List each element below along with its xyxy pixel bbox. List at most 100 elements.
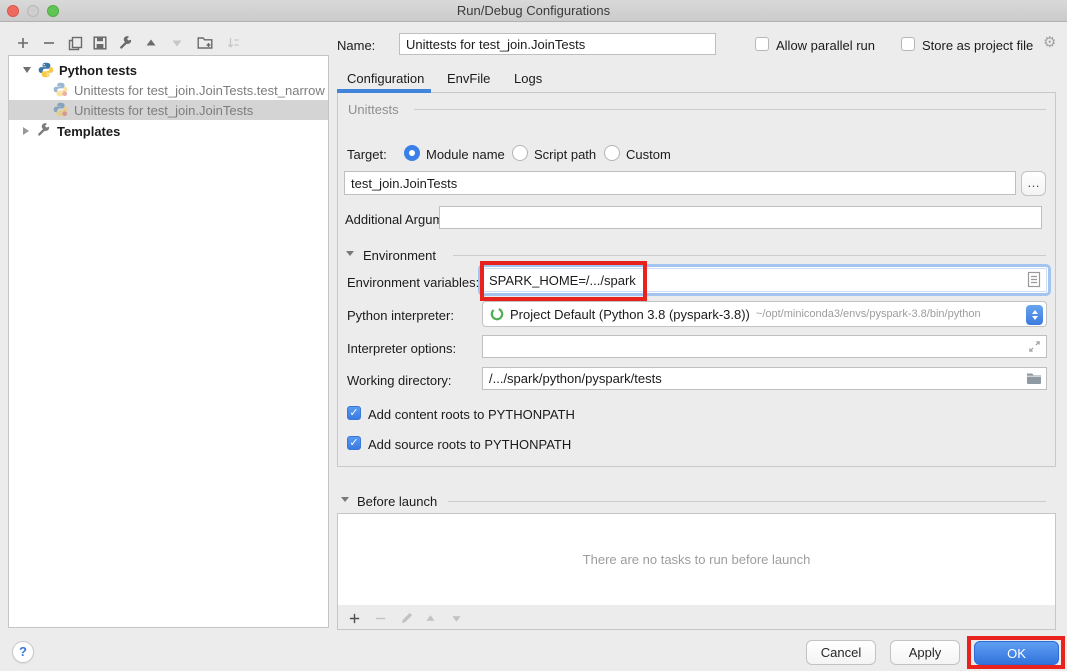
plus-icon (348, 612, 361, 625)
edit-templates-button[interactable] (116, 34, 134, 52)
copy-icon (68, 36, 83, 51)
add-source-roots-checkbox[interactable]: ✓ (347, 436, 361, 450)
copy-configuration-button[interactable] (66, 34, 84, 52)
run-debug-configurations-dialog: Run/Debug Configurations Python tests (0, 0, 1067, 671)
paste-env-vars-icon[interactable] (1027, 271, 1041, 288)
before-launch-move-up-button (422, 610, 438, 626)
add-configuration-button[interactable] (14, 34, 32, 52)
python-test-icon (53, 102, 69, 118)
apply-button[interactable]: Apply (890, 640, 960, 665)
folder-icon[interactable] (1026, 372, 1042, 385)
python-test-icon (53, 82, 69, 98)
tab-configuration[interactable]: Configuration (347, 71, 424, 86)
before-launch-add-button[interactable] (346, 610, 362, 626)
combo-stepper-icon[interactable] (1026, 305, 1043, 325)
python-interpreter-label: Python interpreter: (347, 308, 454, 323)
python-interpreter-select[interactable]: Project Default (Python 3.8 (pyspark-3.8… (482, 301, 1047, 327)
radio-script-path-label[interactable]: Script path (534, 147, 596, 162)
gear-icon[interactable]: ⚙ (1043, 33, 1056, 51)
move-up-button[interactable] (142, 34, 160, 52)
chevron-down-icon[interactable] (23, 67, 31, 73)
tree-item-unittest-jointests[interactable]: Unittests for test_join.JoinTests (9, 100, 328, 120)
conda-icon (490, 307, 504, 321)
store-as-project-file-checkbox[interactable] (901, 37, 915, 51)
tab-envfile[interactable]: EnvFile (447, 71, 490, 86)
expand-field-icon[interactable] (1028, 340, 1041, 353)
group-divider (448, 501, 1046, 502)
module-name-input[interactable] (344, 171, 1016, 195)
before-launch-edit-button (398, 610, 414, 626)
python-interpreter-path: ~/opt/miniconda3/envs/pyspark-3.8/bin/py… (756, 308, 981, 320)
environment-variables-label: Environment variables: (347, 275, 479, 290)
active-tab-underline (337, 89, 431, 93)
before-launch-empty-message: There are no tasks to run before launch (583, 552, 811, 567)
environment-section-title[interactable]: Environment (363, 248, 436, 263)
arrow-down-icon (451, 613, 462, 624)
before-launch-collapse-icon[interactable] (341, 497, 349, 502)
radio-custom-label[interactable]: Custom (626, 147, 671, 162)
tree-item-label: Templates (57, 124, 120, 139)
add-source-roots-label[interactable]: Add source roots to PYTHONPATH (368, 437, 571, 452)
arrow-up-icon (425, 613, 436, 624)
interpreter-options-input[interactable] (482, 335, 1047, 358)
tab-logs[interactable]: Logs (514, 71, 542, 86)
pencil-icon (400, 612, 413, 625)
wrench-icon (118, 36, 133, 51)
group-divider (414, 109, 1046, 110)
before-launch-remove-button (372, 610, 388, 626)
cancel-button[interactable]: Cancel (806, 640, 876, 665)
title-bar: Run/Debug Configurations (0, 0, 1067, 22)
move-down-button (168, 34, 186, 52)
unittests-group-title: Unittests (348, 102, 399, 117)
group-divider (453, 255, 1046, 256)
plus-icon (16, 36, 30, 50)
templates-wrench-icon (36, 123, 52, 139)
add-content-roots-label[interactable]: Add content roots to PYTHONPATH (368, 407, 575, 422)
minus-icon (42, 36, 56, 50)
additional-arguments-input[interactable] (439, 206, 1042, 229)
save-icon (93, 36, 107, 50)
chevron-right-icon[interactable] (23, 127, 29, 135)
before-launch-section-title[interactable]: Before launch (357, 494, 437, 509)
working-directory-label: Working directory: (347, 373, 452, 388)
minus-icon (374, 612, 387, 625)
configurations-tree: Python tests Unittests for test_join.Joi… (8, 55, 329, 628)
radio-script-path[interactable] (512, 145, 528, 161)
name-input[interactable] (399, 33, 716, 55)
before-launch-task-list: There are no tasks to run before launch (338, 514, 1055, 605)
window-title: Run/Debug Configurations (0, 3, 1067, 18)
tree-item-python-tests[interactable]: Python tests (9, 60, 328, 80)
browse-button[interactable]: … (1021, 171, 1046, 196)
tree-item-templates[interactable]: Templates (9, 121, 328, 141)
interpreter-options-label: Interpreter options: (347, 341, 456, 356)
tree-item-label: Python tests (59, 63, 137, 78)
create-folder-button[interactable] (196, 34, 214, 52)
python-interpreter-value: Project Default (Python 3.8 (pyspark-3.8… (510, 307, 750, 322)
environment-variables-input[interactable] (482, 268, 1047, 292)
store-as-project-file-label[interactable]: Store as project file (922, 38, 1033, 53)
save-configuration-button[interactable] (91, 34, 109, 52)
environment-collapse-icon[interactable] (346, 251, 354, 256)
ok-button[interactable]: OK (974, 641, 1059, 665)
new-folder-icon (197, 36, 213, 50)
remove-configuration-button[interactable] (40, 34, 58, 52)
arrow-up-icon (145, 37, 157, 49)
tree-item-label: Unittests for test_join.JoinTests.test_n… (74, 83, 325, 98)
tree-item-label: Unittests for test_join.JoinTests (74, 103, 253, 118)
target-label: Target: (347, 147, 387, 162)
radio-module-name-label[interactable]: Module name (426, 147, 505, 162)
sort-az-icon (226, 36, 240, 50)
radio-custom[interactable] (604, 145, 620, 161)
help-button[interactable]: ? (12, 641, 34, 663)
name-label: Name: (337, 38, 375, 53)
allow-parallel-run-checkbox[interactable] (755, 37, 769, 51)
before-launch-move-down-button (448, 610, 464, 626)
arrow-down-icon (171, 37, 183, 49)
python-tests-icon (38, 62, 54, 78)
add-content-roots-checkbox[interactable]: ✓ (347, 406, 361, 420)
radio-module-name[interactable] (404, 145, 420, 161)
sort-configurations-button (224, 34, 242, 52)
tree-item-unittest-narrow[interactable]: Unittests for test_join.JoinTests.test_n… (9, 80, 328, 100)
allow-parallel-run-label[interactable]: Allow parallel run (776, 38, 875, 53)
working-directory-input[interactable] (482, 367, 1047, 390)
